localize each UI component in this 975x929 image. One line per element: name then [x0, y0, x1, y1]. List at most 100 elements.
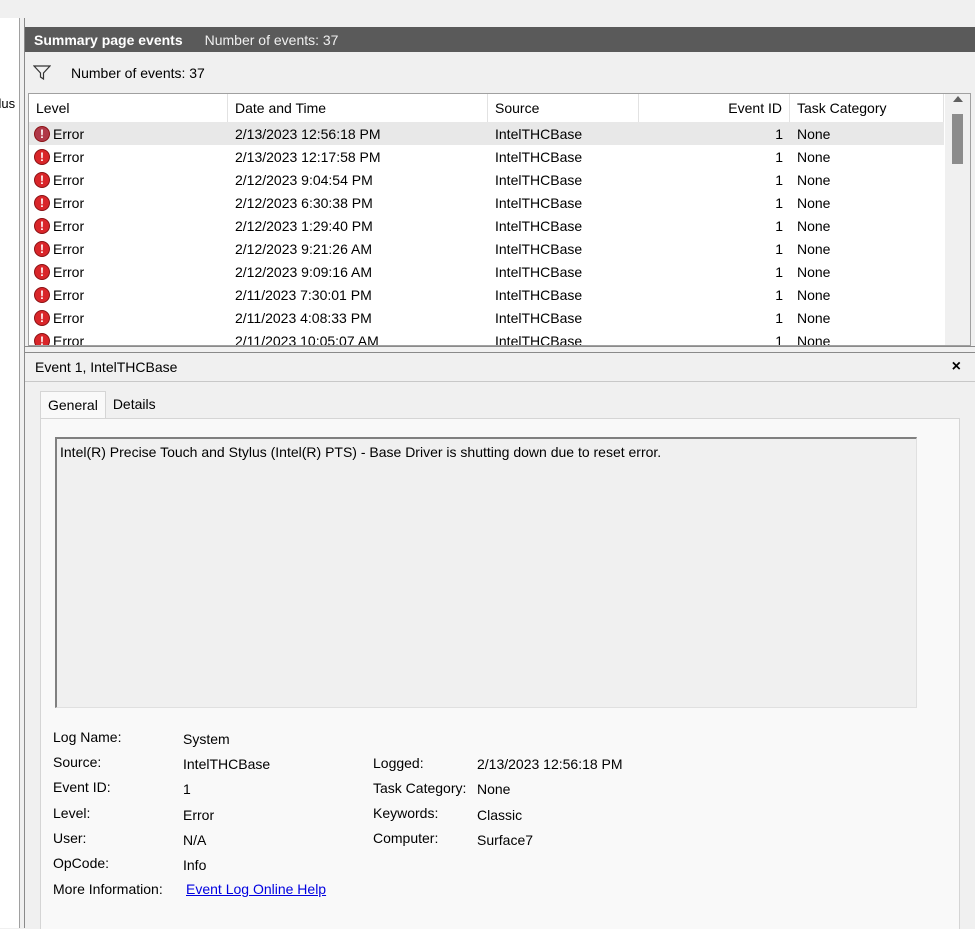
cell-task-category: None — [797, 240, 831, 257]
cell-level: ! Error — [29, 171, 228, 188]
cell-date: 2/12/2023 9:04:54 PM — [235, 171, 373, 188]
level-value: Error — [183, 807, 215, 823]
cell-level: ! Error — [29, 240, 228, 257]
summary-count: Number of events: 37 — [204, 31, 339, 48]
more-information-label: More Information: — [53, 881, 163, 897]
cell-date: 2/11/2023 10:05:07 AM — [235, 332, 379, 346]
top-strip — [0, 0, 975, 18]
user-label: User: — [53, 830, 87, 846]
error-icon: ! — [34, 194, 50, 211]
level-text: Error — [53, 171, 85, 188]
cell-task-category: None — [797, 125, 831, 142]
cell-level: ! Error — [29, 263, 228, 280]
cell-source: IntelTHCBase — [495, 125, 583, 142]
event-id-value: 1 — [183, 781, 191, 797]
user-value: N/A — [183, 832, 207, 848]
level-text: Error — [53, 217, 85, 234]
cell-event-id: 1 — [775, 309, 783, 326]
vertical-splitter[interactable] — [20, 18, 25, 928]
grid-scrollbar[interactable] — [945, 94, 970, 345]
cell-date: 2/11/2023 4:08:33 PM — [235, 309, 372, 326]
cell-level: ! Error — [29, 332, 228, 346]
cell-date: 2/12/2023 9:09:16 AM — [235, 263, 372, 280]
summary-title: Summary page events — [34, 31, 183, 48]
event-detail-title: Event 1, IntelTHCBase — [35, 359, 178, 375]
cell-level: ! Error — [29, 194, 228, 211]
tab-general[interactable]: General — [40, 391, 106, 420]
cell-event-id: 1 — [775, 332, 783, 346]
cell-task-category: None — [797, 263, 831, 280]
error-icon: ! — [34, 309, 50, 326]
cell-source: IntelTHCBase — [495, 286, 583, 303]
table-row[interactable]: ! Error 2/12/2023 9:04:54 PM IntelTHCBase 1 N… — [29, 168, 944, 191]
event-id-label: Event ID: — [53, 779, 111, 795]
cell-date: 2/12/2023 1:29:40 PM — [235, 217, 373, 234]
cell-event-id: 1 — [775, 240, 783, 257]
keywords-label: Keywords: — [373, 805, 439, 821]
error-icon: ! — [34, 286, 50, 303]
cell-level: ! Error — [29, 309, 228, 326]
scroll-up-arrow-icon[interactable] — [953, 96, 963, 102]
summary-header: Summary page events Number of events: 37 — [25, 27, 975, 52]
table-row[interactable]: ! Error 2/12/2023 9:21:26 AM IntelTHCBase 1 N… — [29, 237, 944, 260]
cell-source: IntelTHCBase — [495, 332, 583, 346]
cell-level: ! Error — [29, 217, 228, 234]
task-category-value: None — [477, 781, 511, 797]
cell-task-category: None — [797, 194, 831, 211]
table-row[interactable]: ! Error 2/11/2023 4:08:33 PM IntelTHCBase 1 N… — [29, 306, 944, 329]
column-header-source[interactable]: Source — [488, 94, 639, 122]
level-label: Level: — [53, 805, 91, 821]
cell-event-id: 1 — [775, 217, 783, 234]
left-tree-pane[interactable]: ylus — [0, 18, 20, 928]
cell-level: ! Error — [29, 286, 228, 303]
error-icon: ! — [34, 125, 50, 142]
event-log-online-help-link[interactable]: Event Log Online Help — [186, 881, 326, 897]
table-row[interactable]: ! Error 2/13/2023 12:17:58 PM IntelTHCBase 1… — [29, 145, 944, 168]
cell-task-category: None — [797, 217, 831, 234]
cell-event-id: 1 — [775, 171, 783, 188]
error-icon: ! — [34, 240, 50, 257]
task-category-label: Task Category: — [373, 780, 467, 796]
column-header-date[interactable]: Date and Time — [228, 94, 488, 122]
horizontal-splitter[interactable] — [25, 346, 975, 353]
cell-task-category: None — [797, 171, 831, 188]
level-text: Error — [53, 194, 85, 211]
table-row[interactable]: ! Error 2/12/2023 1:29:40 PM IntelTHCBase 1 N… — [29, 214, 944, 237]
table-row[interactable]: ! Error 2/11/2023 7:30:01 PM IntelTHCBase 1 N… — [29, 283, 944, 306]
cell-date: 2/11/2023 7:30:01 PM — [235, 286, 372, 303]
opcode-label: OpCode: — [53, 855, 110, 871]
cell-source: IntelTHCBase — [495, 217, 583, 234]
tab-details[interactable]: Details — [106, 391, 163, 417]
level-text: Error — [53, 263, 85, 280]
error-icon: ! — [34, 332, 50, 345]
cell-event-id: 1 — [775, 125, 783, 142]
level-text: Error — [53, 148, 85, 165]
column-header-event-id[interactable]: Event ID — [639, 94, 790, 122]
cell-task-category: None — [797, 148, 831, 165]
column-header-task-category[interactable]: Task Category — [790, 94, 944, 122]
cell-date: 2/13/2023 12:56:18 PM — [235, 125, 381, 142]
table-row[interactable]: ! Error 2/11/2023 10:05:07 AM IntelTHCBase 1… — [29, 329, 944, 346]
table-row[interactable]: ! Error 2/12/2023 9:09:16 AM IntelTHCBase 1 N… — [29, 260, 944, 283]
error-icon: ! — [34, 217, 50, 234]
source-label: Source: — [53, 754, 102, 770]
grid-rows: ! Error 2/13/2023 12:56:18 PM IntelTHCBase 1… — [29, 122, 944, 346]
cell-source: IntelTHCBase — [495, 171, 583, 188]
logged-label: Logged: — [373, 755, 424, 771]
column-header-level[interactable]: Level — [29, 94, 228, 122]
cell-source: IntelTHCBase — [495, 194, 583, 211]
filter-icon[interactable] — [33, 65, 51, 81]
table-row[interactable]: ! Error 2/13/2023 12:56:18 PM IntelTHCBase 1… — [29, 122, 944, 145]
error-icon: ! — [34, 263, 50, 280]
cell-task-category: None — [797, 309, 831, 326]
scroll-thumb[interactable] — [952, 114, 963, 164]
cell-task-category: None — [797, 332, 831, 346]
close-icon[interactable]: × — [952, 358, 961, 376]
computer-value: Surface7 — [477, 832, 534, 848]
computer-label: Computer: — [373, 830, 439, 846]
events-grid[interactable]: Level Date and Time Source Event ID Task… — [28, 93, 971, 346]
filter-bar: Number of events: 37 — [25, 55, 971, 91]
table-row[interactable]: ! Error 2/12/2023 6:30:38 PM IntelTHCBase 1 N… — [29, 191, 944, 214]
level-text: Error — [53, 332, 85, 346]
event-description[interactable]: Intel(R) Precise Touch and Stylus (Intel… — [55, 437, 917, 708]
